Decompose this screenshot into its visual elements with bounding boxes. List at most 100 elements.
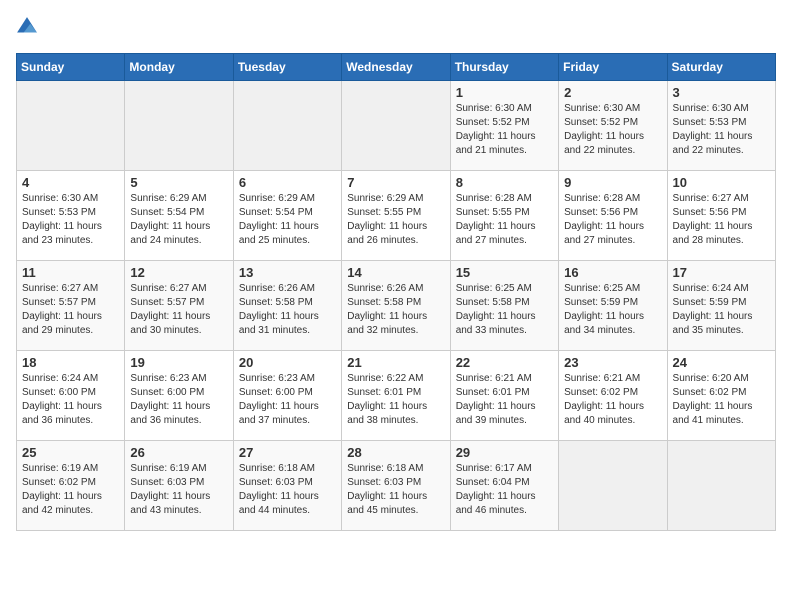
day-info: Sunrise: 6:25 AM Sunset: 5:58 PM Dayligh…	[456, 282, 553, 338]
day-info: Sunrise: 6:29 AM Sunset: 5:54 PM Dayligh…	[239, 192, 336, 248]
day-info: Sunrise: 6:30 AM Sunset: 5:52 PM Dayligh…	[564, 102, 661, 158]
day-info: Sunrise: 6:29 AM Sunset: 5:54 PM Dayligh…	[130, 192, 227, 248]
weekday-header-wednesday: Wednesday	[342, 54, 450, 81]
weekday-header-saturday: Saturday	[667, 54, 775, 81]
day-number: 24	[673, 355, 770, 370]
calendar-cell: 11 Sunrise: 6:27 AM Sunset: 5:57 PM Dayli…	[17, 261, 125, 351]
day-info: Sunrise: 6:20 AM Sunset: 6:02 PM Dayligh…	[673, 372, 770, 428]
calendar-cell: 13 Sunrise: 6:26 AM Sunset: 5:58 PM Dayli…	[233, 261, 341, 351]
day-number: 1	[456, 85, 553, 100]
calendar-cell: 16 Sunrise: 6:25 AM Sunset: 5:59 PM Dayli…	[559, 261, 667, 351]
day-info: Sunrise: 6:18 AM Sunset: 6:03 PM Dayligh…	[347, 462, 444, 518]
day-number: 16	[564, 265, 661, 280]
calendar-cell	[559, 441, 667, 531]
day-info: Sunrise: 6:27 AM Sunset: 5:56 PM Dayligh…	[673, 192, 770, 248]
day-number: 18	[22, 355, 119, 370]
weekday-header-thursday: Thursday	[450, 54, 558, 81]
calendar-cell: 29 Sunrise: 6:17 AM Sunset: 6:04 PM Dayli…	[450, 441, 558, 531]
calendar-cell	[125, 81, 233, 171]
day-info: Sunrise: 6:25 AM Sunset: 5:59 PM Dayligh…	[564, 282, 661, 338]
calendar-table: SundayMondayTuesdayWednesdayThursdayFrid…	[16, 53, 776, 531]
day-info: Sunrise: 6:24 AM Sunset: 5:59 PM Dayligh…	[673, 282, 770, 338]
calendar-cell: 4 Sunrise: 6:30 AM Sunset: 5:53 PM Daylig…	[17, 171, 125, 261]
day-number: 25	[22, 445, 119, 460]
calendar-cell: 10 Sunrise: 6:27 AM Sunset: 5:56 PM Dayli…	[667, 171, 775, 261]
weekday-header-tuesday: Tuesday	[233, 54, 341, 81]
day-number: 15	[456, 265, 553, 280]
day-number: 8	[456, 175, 553, 190]
day-info: Sunrise: 6:30 AM Sunset: 5:52 PM Dayligh…	[456, 102, 553, 158]
day-number: 9	[564, 175, 661, 190]
day-number: 29	[456, 445, 553, 460]
calendar-cell: 2 Sunrise: 6:30 AM Sunset: 5:52 PM Daylig…	[559, 81, 667, 171]
calendar-cell: 1 Sunrise: 6:30 AM Sunset: 5:52 PM Daylig…	[450, 81, 558, 171]
calendar-cell: 12 Sunrise: 6:27 AM Sunset: 5:57 PM Dayli…	[125, 261, 233, 351]
day-number: 7	[347, 175, 444, 190]
calendar-cell	[667, 441, 775, 531]
day-info: Sunrise: 6:18 AM Sunset: 6:03 PM Dayligh…	[239, 462, 336, 518]
logo	[16, 16, 40, 43]
day-number: 2	[564, 85, 661, 100]
day-info: Sunrise: 6:22 AM Sunset: 6:01 PM Dayligh…	[347, 372, 444, 428]
day-info: Sunrise: 6:26 AM Sunset: 5:58 PM Dayligh…	[239, 282, 336, 338]
day-number: 14	[347, 265, 444, 280]
calendar-cell	[233, 81, 341, 171]
day-number: 5	[130, 175, 227, 190]
calendar-cell	[17, 81, 125, 171]
calendar-cell: 22 Sunrise: 6:21 AM Sunset: 6:01 PM Dayli…	[450, 351, 558, 441]
day-number: 22	[456, 355, 553, 370]
calendar-cell: 18 Sunrise: 6:24 AM Sunset: 6:00 PM Dayli…	[17, 351, 125, 441]
day-number: 21	[347, 355, 444, 370]
header	[16, 16, 776, 43]
day-number: 3	[673, 85, 770, 100]
calendar-cell: 19 Sunrise: 6:23 AM Sunset: 6:00 PM Dayli…	[125, 351, 233, 441]
day-info: Sunrise: 6:21 AM Sunset: 6:02 PM Dayligh…	[564, 372, 661, 428]
weekday-header-monday: Monday	[125, 54, 233, 81]
day-info: Sunrise: 6:24 AM Sunset: 6:00 PM Dayligh…	[22, 372, 119, 428]
day-number: 12	[130, 265, 227, 280]
day-number: 26	[130, 445, 227, 460]
calendar-cell: 7 Sunrise: 6:29 AM Sunset: 5:55 PM Daylig…	[342, 171, 450, 261]
day-number: 10	[673, 175, 770, 190]
day-info: Sunrise: 6:17 AM Sunset: 6:04 PM Dayligh…	[456, 462, 553, 518]
calendar-cell: 20 Sunrise: 6:23 AM Sunset: 6:00 PM Dayli…	[233, 351, 341, 441]
calendar-cell: 28 Sunrise: 6:18 AM Sunset: 6:03 PM Dayli…	[342, 441, 450, 531]
calendar-cell: 17 Sunrise: 6:24 AM Sunset: 5:59 PM Dayli…	[667, 261, 775, 351]
day-number: 28	[347, 445, 444, 460]
day-info: Sunrise: 6:19 AM Sunset: 6:02 PM Dayligh…	[22, 462, 119, 518]
day-info: Sunrise: 6:23 AM Sunset: 6:00 PM Dayligh…	[239, 372, 336, 428]
day-number: 13	[239, 265, 336, 280]
day-number: 20	[239, 355, 336, 370]
day-number: 23	[564, 355, 661, 370]
day-number: 11	[22, 265, 119, 280]
calendar-cell: 21 Sunrise: 6:22 AM Sunset: 6:01 PM Dayli…	[342, 351, 450, 441]
calendar-cell: 23 Sunrise: 6:21 AM Sunset: 6:02 PM Dayli…	[559, 351, 667, 441]
day-info: Sunrise: 6:30 AM Sunset: 5:53 PM Dayligh…	[673, 102, 770, 158]
calendar-cell: 9 Sunrise: 6:28 AM Sunset: 5:56 PM Daylig…	[559, 171, 667, 261]
day-number: 17	[673, 265, 770, 280]
calendar-cell: 24 Sunrise: 6:20 AM Sunset: 6:02 PM Dayli…	[667, 351, 775, 441]
day-info: Sunrise: 6:30 AM Sunset: 5:53 PM Dayligh…	[22, 192, 119, 248]
day-info: Sunrise: 6:29 AM Sunset: 5:55 PM Dayligh…	[347, 192, 444, 248]
calendar-cell: 15 Sunrise: 6:25 AM Sunset: 5:58 PM Dayli…	[450, 261, 558, 351]
day-info: Sunrise: 6:21 AM Sunset: 6:01 PM Dayligh…	[456, 372, 553, 428]
calendar-cell: 5 Sunrise: 6:29 AM Sunset: 5:54 PM Daylig…	[125, 171, 233, 261]
calendar-cell: 8Sunrise: 6:28 AM Sunset: 5:55 PM Daylig…	[450, 171, 558, 261]
logo-icon	[16, 16, 38, 38]
weekday-header-friday: Friday	[559, 54, 667, 81]
calendar-cell: 26 Sunrise: 6:19 AM Sunset: 6:03 PM Dayli…	[125, 441, 233, 531]
day-info: Sunrise: 6:27 AM Sunset: 5:57 PM Dayligh…	[22, 282, 119, 338]
day-info: Sunrise: 6:26 AM Sunset: 5:58 PM Dayligh…	[347, 282, 444, 338]
calendar-cell: 3 Sunrise: 6:30 AM Sunset: 5:53 PM Daylig…	[667, 81, 775, 171]
calendar-cell: 27Sunrise: 6:18 AM Sunset: 6:03 PM Dayli…	[233, 441, 341, 531]
day-info: Sunrise: 6:19 AM Sunset: 6:03 PM Dayligh…	[130, 462, 227, 518]
calendar-cell: 25 Sunrise: 6:19 AM Sunset: 6:02 PM Dayli…	[17, 441, 125, 531]
day-number: 4	[22, 175, 119, 190]
day-number: 6	[239, 175, 336, 190]
calendar-cell: 14 Sunrise: 6:26 AM Sunset: 5:58 PM Dayli…	[342, 261, 450, 351]
day-info: Sunrise: 6:27 AM Sunset: 5:57 PM Dayligh…	[130, 282, 227, 338]
day-number: 19	[130, 355, 227, 370]
day-info: Sunrise: 6:23 AM Sunset: 6:00 PM Dayligh…	[130, 372, 227, 428]
day-info: Sunrise: 6:28 AM Sunset: 5:56 PM Dayligh…	[564, 192, 661, 248]
calendar-cell: 6 Sunrise: 6:29 AM Sunset: 5:54 PM Daylig…	[233, 171, 341, 261]
